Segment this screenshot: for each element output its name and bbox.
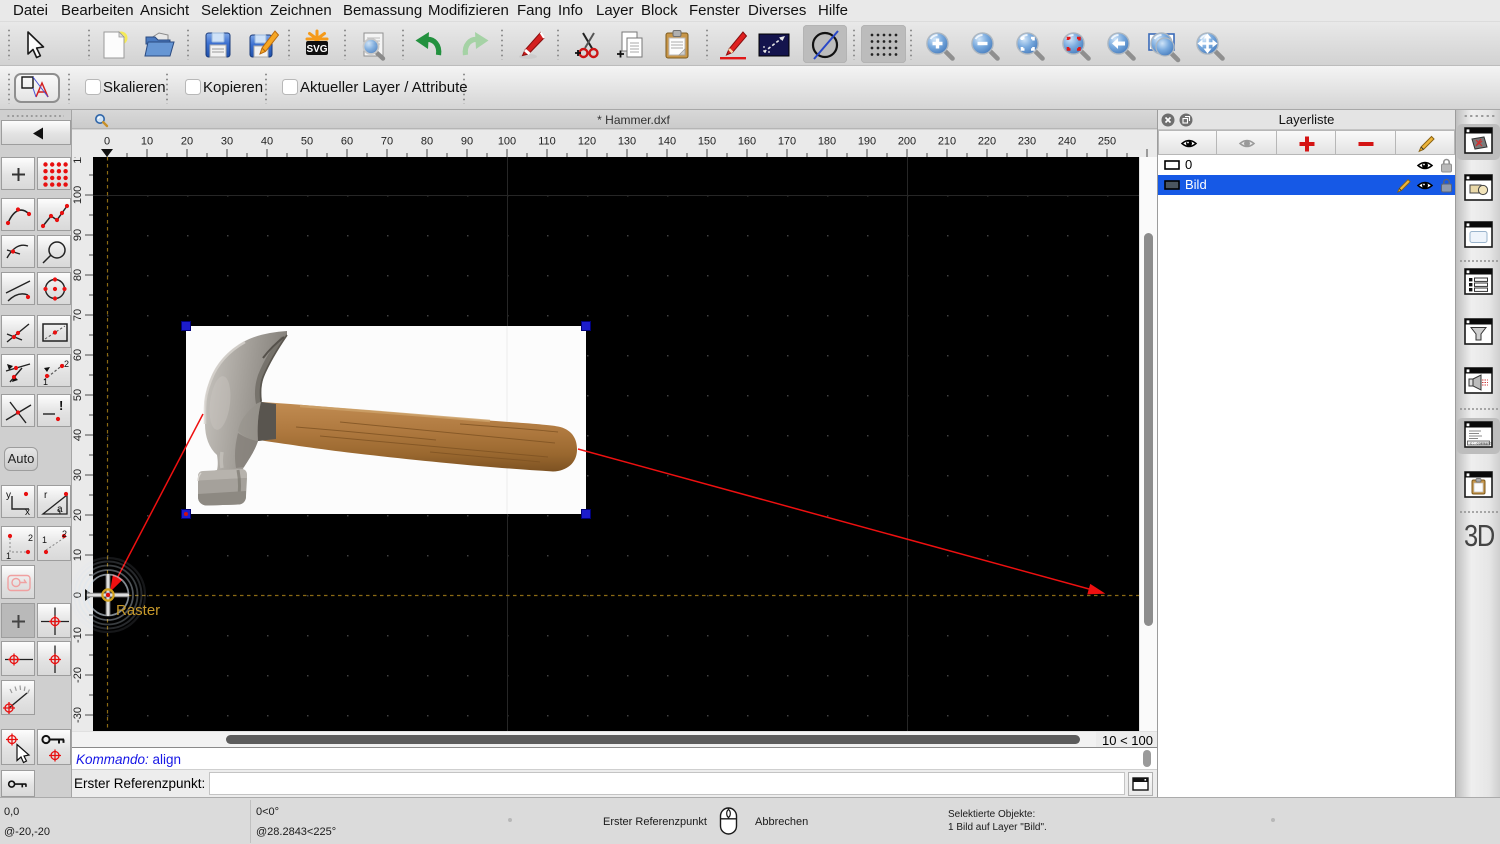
- svg-text:200: 200: [898, 136, 916, 148]
- svg-text:-20: -20: [72, 667, 84, 683]
- svg-text:2: 2: [64, 359, 69, 369]
- svg-text:180: 180: [818, 136, 836, 148]
- svg-text:-30: -30: [72, 707, 84, 723]
- svg-text:c:_command: c:_command: [1470, 441, 1492, 446]
- svg-text:20: 20: [181, 136, 193, 148]
- svg-text:0: 0: [104, 136, 110, 148]
- svg-text:70: 70: [72, 309, 84, 321]
- svg-text:-10: -10: [72, 627, 84, 643]
- svg-text:110: 110: [538, 136, 556, 148]
- svg-text:1: 1: [43, 377, 48, 387]
- svg-text:2: 2: [62, 529, 67, 539]
- svg-text:100: 100: [72, 186, 84, 204]
- svg-text:1: 1: [6, 551, 11, 561]
- svg-text:130: 130: [618, 136, 636, 148]
- svg-text:150: 150: [698, 136, 716, 148]
- svg-text:40: 40: [261, 136, 273, 148]
- svg-text:110: 110: [72, 157, 84, 164]
- svg-text:100: 100: [498, 136, 516, 148]
- svg-text:1: 1: [42, 535, 47, 545]
- svg-text:30: 30: [221, 136, 233, 148]
- svg-text:70: 70: [381, 136, 393, 148]
- svg-text:90: 90: [72, 229, 84, 241]
- svg-text:210: 210: [938, 136, 956, 148]
- svg-text:250: 250: [1098, 136, 1116, 148]
- svg-text:190: 190: [858, 136, 876, 148]
- svg-text:!: !: [59, 398, 63, 413]
- svg-text:160: 160: [738, 136, 756, 148]
- svg-text:r: r: [44, 490, 48, 501]
- svg-text:230: 230: [1018, 136, 1036, 148]
- svg-text:220: 220: [978, 136, 996, 148]
- svg-text:170: 170: [778, 136, 796, 148]
- svg-text:80: 80: [421, 136, 433, 148]
- svg-text:50: 50: [301, 136, 313, 148]
- svg-text:Raster: Raster: [116, 602, 160, 619]
- svg-text:20: 20: [72, 509, 84, 521]
- svg-text:SVG: SVG: [306, 44, 327, 55]
- svg-text:2: 2: [28, 533, 33, 543]
- svg-text:240: 240: [1058, 136, 1076, 148]
- svg-text:50: 50: [72, 389, 84, 401]
- svg-text:60: 60: [72, 349, 84, 361]
- svg-text:80: 80: [72, 269, 84, 281]
- svg-text:40: 40: [72, 429, 84, 441]
- svg-text:140: 140: [658, 136, 676, 148]
- svg-text:10: 10: [141, 136, 153, 148]
- svg-text:y: y: [6, 490, 11, 501]
- svg-text:90: 90: [461, 136, 473, 148]
- svg-text:10: 10: [72, 549, 84, 561]
- svg-text:30: 30: [72, 469, 84, 481]
- svg-text:60: 60: [341, 136, 353, 148]
- svg-text:120: 120: [578, 136, 596, 148]
